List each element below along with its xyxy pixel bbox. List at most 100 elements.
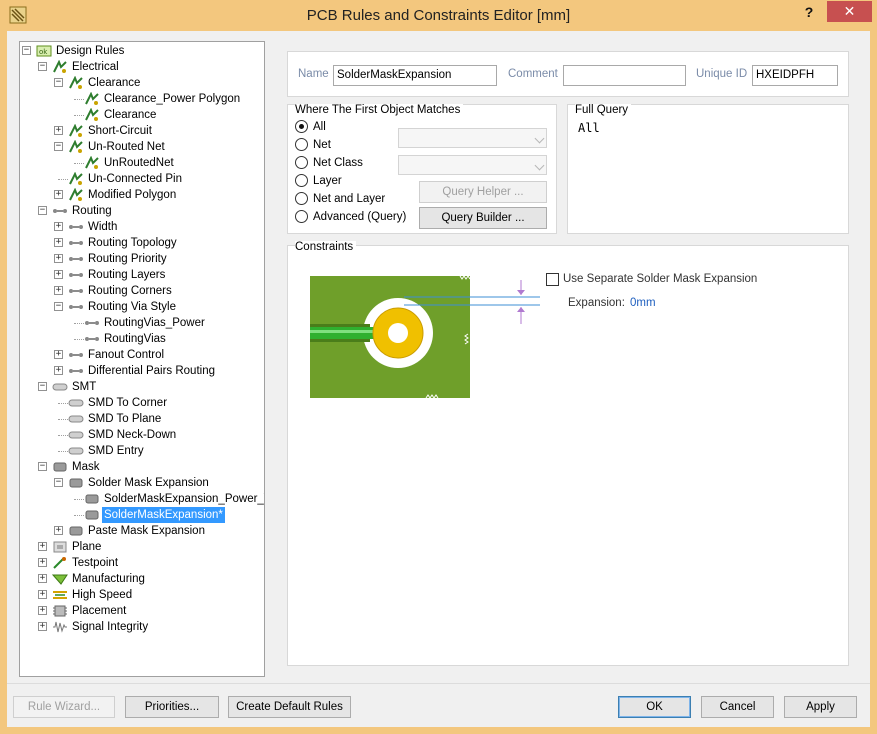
expand-icon[interactable]: + <box>38 622 47 631</box>
unique-id-field[interactable]: HXEIDPFH <box>752 65 838 86</box>
routing-icon <box>53 209 67 213</box>
tree-item[interactable]: + High Speed <box>20 587 264 603</box>
tree-item[interactable]: − SMT <box>20 379 264 395</box>
tree-item[interactable]: + Paste Mask Expansion <box>20 523 264 539</box>
expand-icon[interactable]: + <box>54 526 63 535</box>
expand-icon[interactable]: + <box>38 606 47 615</box>
expand-icon[interactable]: + <box>54 270 63 279</box>
tree-item[interactable]: − Routing Via Style <box>20 299 264 315</box>
tree-item[interactable]: − Clearance <box>20 75 264 91</box>
rules-tree[interactable]: − ok Design Rules − Electrical − Clearance Clea… <box>19 41 265 677</box>
tree-item[interactable]: Clearance_Power Polygon <box>20 91 264 107</box>
tree-item[interactable]: Clearance <box>20 107 264 123</box>
radio-button[interactable] <box>295 174 308 187</box>
tree-item[interactable]: SolderMaskExpansion_Power_Vi <box>20 491 264 507</box>
tree-item[interactable]: SMD Neck-Down <box>20 427 264 443</box>
help-button[interactable]: ? <box>797 2 821 24</box>
radio-button[interactable] <box>295 210 308 223</box>
tree-item[interactable]: RoutingVias <box>20 331 264 347</box>
ok-button[interactable]: OK <box>618 696 691 718</box>
net-class-combo[interactable] <box>398 155 547 175</box>
unique-id-label: Unique ID <box>696 68 748 80</box>
collapse-icon[interactable]: − <box>54 478 63 487</box>
tree-item-label: Routing Priority <box>88 253 167 265</box>
tree-item[interactable]: − ok Design Rules <box>20 43 264 59</box>
full-query-group: Full Query All <box>567 104 849 234</box>
collapse-icon[interactable]: − <box>38 206 47 215</box>
tree-item[interactable]: SMD To Corner <box>20 395 264 411</box>
use-separate-checkbox[interactable] <box>546 273 559 286</box>
expand-icon[interactable]: + <box>38 558 47 567</box>
tree-item[interactable]: − Routing <box>20 203 264 219</box>
window-title: PCB Rules and Constraints Editor [mm] <box>306 7 571 24</box>
priorities-button[interactable]: Priorities... <box>125 696 219 718</box>
first-object-title: Where The First Object Matches <box>295 104 464 116</box>
create-default-rules-button[interactable]: Create Default Rules <box>228 696 351 718</box>
radio-button[interactable] <box>295 138 308 151</box>
expand-icon[interactable]: + <box>54 286 63 295</box>
collapse-icon[interactable]: − <box>54 142 63 151</box>
expand-icon[interactable]: + <box>38 574 47 583</box>
collapse-icon[interactable]: − <box>38 62 47 71</box>
tree-item[interactable]: SMD To Plane <box>20 411 264 427</box>
cancel-button[interactable]: Cancel <box>701 696 774 718</box>
tree-item[interactable]: + Routing Layers <box>20 267 264 283</box>
tree-item[interactable]: + Routing Corners <box>20 283 264 299</box>
comment-field[interactable] <box>563 65 686 86</box>
object-kind-combo[interactable] <box>398 128 547 148</box>
tree-item[interactable]: + Testpoint <box>20 555 264 571</box>
tree-item[interactable]: + Placement <box>20 603 264 619</box>
expand-icon[interactable]: + <box>54 238 63 247</box>
modified-polygon-icon <box>69 188 83 201</box>
collapse-icon[interactable]: − <box>54 78 63 87</box>
testpoint-icon <box>53 557 66 569</box>
tree-item[interactable]: − Mask <box>20 459 264 475</box>
tree-item[interactable]: + Plane <box>20 539 264 555</box>
tree-item[interactable]: + Fanout Control <box>20 347 264 363</box>
collapse-icon[interactable]: − <box>38 382 47 391</box>
query-helper-button[interactable]: Query Helper ... <box>419 181 547 203</box>
rule-wizard-button[interactable]: Rule Wizard... <box>13 696 115 718</box>
tree-item[interactable]: SMD Entry <box>20 443 264 459</box>
tree-item[interactable]: RoutingVias_Power <box>20 315 264 331</box>
expand-icon[interactable]: + <box>38 542 47 551</box>
expand-icon[interactable]: + <box>54 366 63 375</box>
tree-item[interactable]: Un-Connected Pin <box>20 171 264 187</box>
tree-item[interactable]: + Width <box>20 219 264 235</box>
expand-icon[interactable]: + <box>54 190 63 199</box>
tree-item[interactable]: + Routing Priority <box>20 251 264 267</box>
expand-icon[interactable]: + <box>54 350 63 359</box>
expansion-value[interactable]: 0mm <box>630 297 656 309</box>
tree-item[interactable]: − Un-Routed Net <box>20 139 264 155</box>
match-option-label: Net and Layer <box>313 193 386 205</box>
tree-item[interactable]: UnRoutedNet <box>20 155 264 171</box>
title-bar[interactable]: PCB Rules and Constraints Editor [mm] ? … <box>0 0 877 32</box>
tree-item[interactable]: − Electrical <box>20 59 264 75</box>
collapse-icon[interactable]: − <box>38 462 47 471</box>
tree-item[interactable]: SolderMaskExpansion* <box>20 507 264 523</box>
radio-button[interactable] <box>295 120 308 133</box>
tree-item[interactable]: + Short-Circuit <box>20 123 264 139</box>
tree-item[interactable]: + Signal Integrity <box>20 619 264 635</box>
tree-connector <box>58 403 68 404</box>
radio-button[interactable] <box>295 192 308 205</box>
tree-item[interactable]: + Routing Topology <box>20 235 264 251</box>
tree-item[interactable]: + Differential Pairs Routing <box>20 363 264 379</box>
tree-item[interactable]: − Solder Mask Expansion <box>20 475 264 491</box>
apply-button[interactable]: Apply <box>784 696 857 718</box>
expand-icon[interactable]: + <box>54 222 63 231</box>
tree-item-label: Design Rules <box>56 45 125 57</box>
collapse-icon[interactable]: − <box>22 46 31 55</box>
collapse-icon[interactable]: − <box>54 302 63 311</box>
radio-button[interactable] <box>295 156 308 169</box>
query-builder-button[interactable]: Query Builder ... <box>419 207 547 229</box>
expand-icon[interactable]: + <box>38 590 47 599</box>
via-rule-icon <box>85 321 99 325</box>
tree-item[interactable]: + Modified Polygon <box>20 187 264 203</box>
full-query-text[interactable]: All <box>578 121 600 135</box>
expand-icon[interactable]: + <box>54 254 63 263</box>
expand-icon[interactable]: + <box>54 126 63 135</box>
name-field[interactable]: SolderMaskExpansion <box>333 65 497 86</box>
tree-item[interactable]: + Manufacturing <box>20 571 264 587</box>
close-button[interactable]: ✕ <box>827 1 872 22</box>
